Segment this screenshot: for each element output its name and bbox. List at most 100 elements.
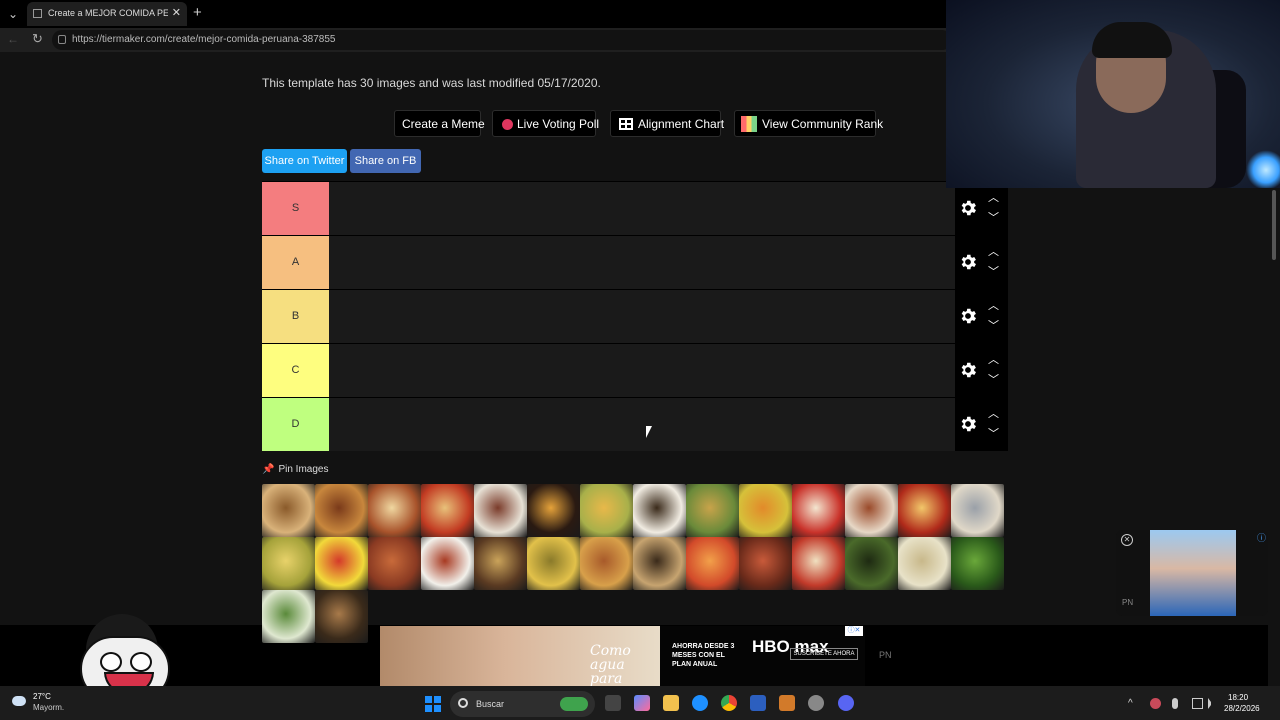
move-tier-down-chevron-icon[interactable]: ﹀ <box>988 371 999 387</box>
tier-settings-gear-icon[interactable] <box>958 252 978 272</box>
food-image-item[interactable] <box>845 484 898 537</box>
move-tier-down-chevron-icon[interactable]: ﹀ <box>988 425 999 441</box>
copilot-icon[interactable] <box>634 695 650 711</box>
volume-icon[interactable] <box>1208 698 1219 709</box>
discord-icon[interactable] <box>838 695 854 711</box>
tier-row[interactable]: C <box>262 343 955 397</box>
food-image-item[interactable] <box>633 484 686 537</box>
windows-start-icon[interactable] <box>425 696 441 712</box>
network-icon[interactable] <box>1192 698 1203 709</box>
tier-label[interactable]: A <box>262 236 329 289</box>
food-image-item[interactable] <box>262 537 315 590</box>
page-scrollbar[interactable] <box>1268 190 1280 686</box>
edge-browser-icon[interactable] <box>692 695 708 711</box>
url-field[interactable]: https://tiermaker.com/create/mejor-comid… <box>52 30 952 50</box>
food-image-item[interactable] <box>474 484 527 537</box>
browser-tab[interactable]: Create a MEJOR COMIDA PERUANA ✕ <box>27 2 187 26</box>
move-tier-down-chevron-icon[interactable]: ﹀ <box>988 317 999 333</box>
ad-info-icon[interactable]: ⓘ <box>1257 531 1266 544</box>
live-voting-poll-button[interactable]: Live Voting Poll <box>492 110 599 137</box>
file-explorer-icon[interactable] <box>663 695 679 711</box>
mini-video-player[interactable]: ✕ PN ⓘ <box>1116 530 1268 616</box>
food-image-item[interactable] <box>792 484 845 537</box>
chrome-icon[interactable] <box>721 695 737 711</box>
food-image-item[interactable] <box>686 537 739 590</box>
food-image-item[interactable] <box>474 537 527 590</box>
food-image-item[interactable] <box>951 537 1004 590</box>
tier-label[interactable]: B <box>262 290 329 343</box>
tier-label[interactable]: S <box>262 182 329 235</box>
cloud-icon[interactable] <box>12 696 26 706</box>
tier-row[interactable]: A <box>262 235 955 289</box>
food-image-item[interactable] <box>792 537 845 590</box>
food-image-item[interactable] <box>527 537 580 590</box>
taskbar-search[interactable]: Buscar <box>450 691 595 717</box>
tab-close-icon[interactable]: ✕ <box>172 6 181 19</box>
weather-description[interactable]: Mayorm. <box>33 703 64 712</box>
clock-time[interactable]: 18:20 <box>1228 693 1248 702</box>
food-image-item[interactable] <box>421 484 474 537</box>
tier-settings-gear-icon[interactable] <box>958 360 978 380</box>
ad-banner[interactable]: Como agua para Chocolate AHORRA DESDE 3 … <box>380 626 865 700</box>
food-image-item[interactable] <box>845 537 898 590</box>
new-tab-button[interactable]: + <box>193 4 202 21</box>
move-tier-up-chevron-icon[interactable]: ︿ <box>988 297 999 313</box>
food-image-item[interactable] <box>368 537 421 590</box>
food-image-item[interactable] <box>633 537 686 590</box>
move-tier-up-chevron-icon[interactable]: ︿ <box>988 243 999 259</box>
tier-settings-gear-icon[interactable] <box>958 414 978 434</box>
ad-cta-button[interactable]: SUSCRÍBETE AHORA <box>790 648 858 660</box>
move-tier-down-chevron-icon[interactable]: ﹀ <box>988 209 999 225</box>
mini-video-thumbnail[interactable] <box>1150 530 1236 616</box>
food-image-item[interactable] <box>580 484 633 537</box>
food-image-item[interactable] <box>315 537 368 590</box>
food-image-item[interactable] <box>527 484 580 537</box>
move-tier-up-chevron-icon[interactable]: ︿ <box>988 189 999 205</box>
pin-images-toggle[interactable]: 📌 Pin Images <box>262 464 328 475</box>
move-tier-down-chevron-icon[interactable]: ﹀ <box>988 263 999 279</box>
food-image-item[interactable] <box>898 484 951 537</box>
food-image-item[interactable] <box>739 537 792 590</box>
food-image-item[interactable] <box>898 537 951 590</box>
tier-row[interactable]: D <box>262 397 955 451</box>
mini-video-close-icon[interactable]: ✕ <box>1121 534 1133 546</box>
create-meme-button[interactable]: Create a Meme <box>394 110 485 137</box>
food-image-item[interactable] <box>315 590 368 643</box>
alignment-chart-button[interactable]: Alignment Chart <box>610 110 724 137</box>
food-image-item[interactable] <box>262 590 315 643</box>
food-image-item[interactable] <box>315 484 368 537</box>
app-icon[interactable] <box>779 695 795 711</box>
move-tier-up-chevron-icon[interactable]: ︿ <box>988 405 999 421</box>
share-twitter-button[interactable]: Share on Twitter <box>262 149 347 173</box>
tier-row[interactable]: S <box>262 181 955 235</box>
food-image-item[interactable] <box>739 484 792 537</box>
back-arrow-icon[interactable]: ← <box>7 32 19 46</box>
settings-app-icon[interactable] <box>808 695 824 711</box>
task-view-icon[interactable] <box>605 695 621 711</box>
clock-date[interactable]: 28/2/2026 <box>1224 704 1260 713</box>
scrollbar-thumb[interactable] <box>1272 190 1276 260</box>
view-community-rank-button[interactable]: View Community Rank <box>734 110 883 137</box>
tier-label[interactable]: C <box>262 344 329 397</box>
tray-overflow-chevron-icon[interactable]: ^ <box>1128 698 1139 709</box>
site-info-icon[interactable] <box>58 35 66 44</box>
tray-app-icon[interactable] <box>1150 698 1161 709</box>
tier-row[interactable]: B <box>262 289 955 343</box>
share-facebook-button[interactable]: Share on FB <box>350 149 421 173</box>
food-image-item[interactable] <box>951 484 1004 537</box>
store-icon[interactable] <box>750 695 766 711</box>
food-image-item[interactable] <box>262 484 315 537</box>
ad-close-icon[interactable]: ⓘ✕ <box>845 626 863 636</box>
tier-settings-gear-icon[interactable] <box>958 306 978 326</box>
food-image-item[interactable] <box>368 484 421 537</box>
food-image-item[interactable] <box>421 537 474 590</box>
tier-label[interactable]: D <box>262 398 329 451</box>
move-tier-up-chevron-icon[interactable]: ︿ <box>988 351 999 367</box>
weather-temperature[interactable]: 27°C <box>33 692 51 701</box>
tab-list-chevron-icon[interactable]: ⌄ <box>4 5 22 23</box>
tier-settings-gear-icon[interactable] <box>958 198 978 218</box>
microphone-icon[interactable] <box>1172 698 1178 709</box>
food-image-item[interactable] <box>580 537 633 590</box>
food-image-item[interactable] <box>686 484 739 537</box>
reload-icon[interactable]: ↻ <box>32 31 43 47</box>
